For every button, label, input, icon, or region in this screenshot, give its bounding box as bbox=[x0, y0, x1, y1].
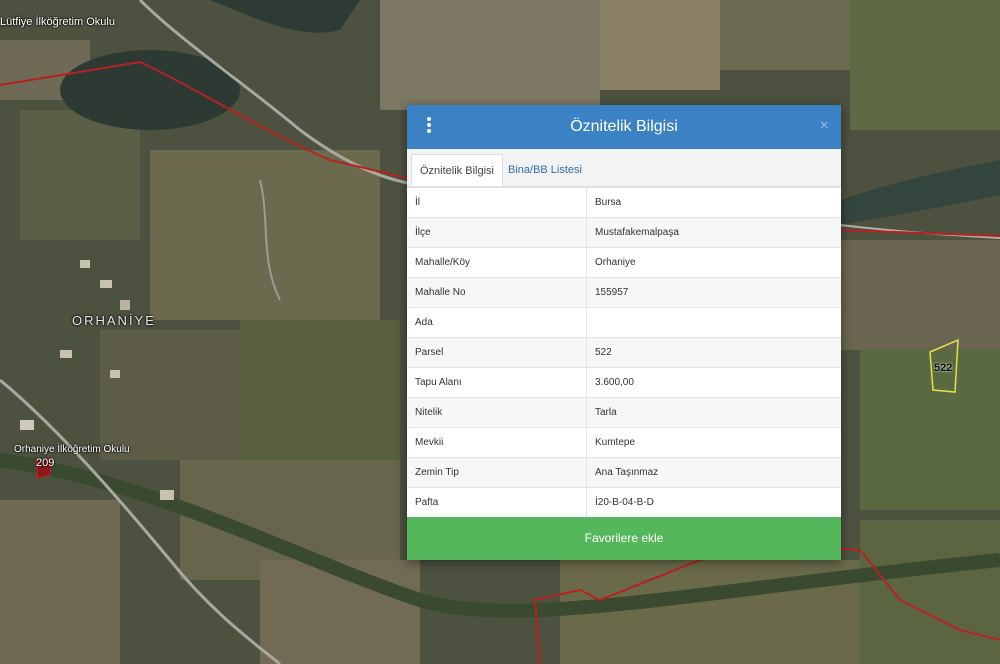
row-value: Kumtepe bbox=[586, 427, 841, 458]
add-favorites-button[interactable]: Favorilere ekle bbox=[407, 517, 841, 560]
row-key: İlçe bbox=[407, 217, 587, 248]
row-value: 522 bbox=[586, 337, 841, 368]
row-value: Ana Taşınmaz bbox=[586, 457, 841, 488]
row-key: Tapu Alanı bbox=[407, 367, 587, 398]
row-value: Tarla bbox=[586, 397, 841, 428]
row-value bbox=[586, 307, 841, 338]
row-key: İl bbox=[407, 187, 587, 218]
dialog-title: Öznitelik Bilgisi bbox=[570, 118, 678, 135]
table-row: Ada bbox=[407, 307, 841, 338]
row-value: İ20-B-04-B-D bbox=[586, 487, 841, 517]
table-row: Mahalle No 155957 bbox=[407, 277, 841, 308]
table-row: Mevkii Kumtepe bbox=[407, 427, 841, 458]
row-key: Parsel bbox=[407, 337, 587, 368]
row-value: 3.600,00 bbox=[586, 367, 841, 398]
row-key: Mahalle No bbox=[407, 277, 587, 308]
parcel-label-209[interactable]: 209 bbox=[36, 457, 54, 469]
school-label-top: Lütfiye İlköğretim Okulu bbox=[0, 16, 115, 28]
tab-bar: Öznitelik Bilgisi Bina/BB Listesi bbox=[407, 149, 841, 187]
row-value: Mustafakemalpaşa bbox=[586, 217, 841, 248]
table-row: İlçe Mustafakemalpaşa bbox=[407, 217, 841, 248]
close-icon[interactable]: × bbox=[820, 117, 829, 135]
row-key: Mahalle/Köy bbox=[407, 247, 587, 278]
attribute-table: İl Bursa İlçe Mustafakemalpaşa Mahalle/Köy… bbox=[407, 187, 841, 517]
parcel-label-522[interactable]: 522 bbox=[934, 362, 952, 374]
table-row: İl Bursa bbox=[407, 187, 841, 218]
row-key: Zemin Tip bbox=[407, 457, 587, 488]
village-label: ORHANİYE bbox=[72, 313, 156, 328]
table-row: Nitelik Tarla bbox=[407, 397, 841, 428]
table-row: Tapu Alanı 3.600,00 bbox=[407, 367, 841, 398]
tab-attributes[interactable]: Öznitelik Bilgisi bbox=[411, 154, 503, 186]
school-label-bottom: Orhaniye İlköğretim Okulu bbox=[14, 444, 130, 455]
tab-building-list[interactable]: Bina/BB Listesi bbox=[500, 154, 590, 186]
row-key: Ada bbox=[407, 307, 587, 338]
row-key: Nitelik bbox=[407, 397, 587, 428]
table-row: Mahalle/Köy Orhaniye bbox=[407, 247, 841, 278]
table-row: Pafta İ20-B-04-B-D bbox=[407, 487, 841, 517]
dialog-header: Öznitelik Bilgisi × bbox=[407, 105, 841, 149]
attribute-dialog: Öznitelik Bilgisi × Öznitelik Bilgisi Bi… bbox=[407, 105, 841, 560]
row-value: Orhaniye bbox=[586, 247, 841, 278]
row-key: Mevkii bbox=[407, 427, 587, 458]
table-row: Parsel 522 bbox=[407, 337, 841, 368]
table-row: Zemin Tip Ana Taşınmaz bbox=[407, 457, 841, 488]
row-value: 155957 bbox=[586, 277, 841, 308]
row-key: Pafta bbox=[407, 487, 587, 517]
row-value: Bursa bbox=[586, 187, 841, 218]
